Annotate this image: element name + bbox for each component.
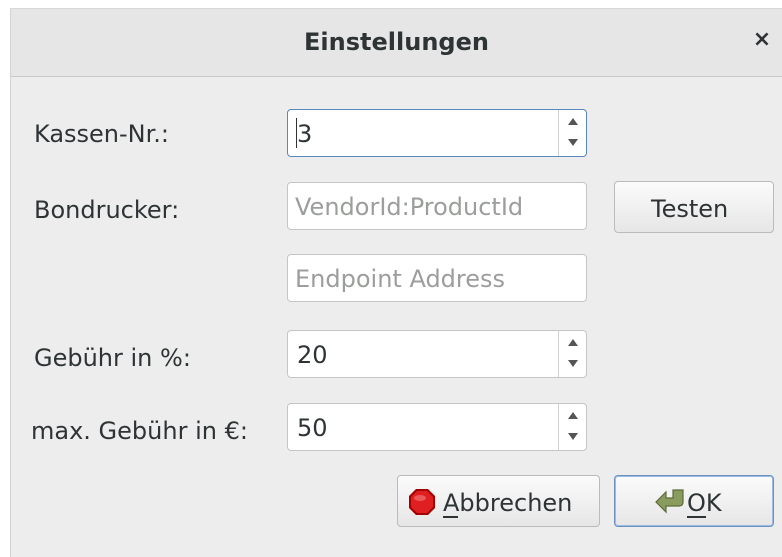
settings-dialog: Einstellungen × Kassen-Nr.: 3 Bondrucker… (10, 8, 782, 557)
kassen-nr-decrement[interactable] (559, 133, 586, 156)
max-gebuehr-spinbox[interactable]: 50 (287, 403, 587, 451)
dialog-title: Einstellungen (304, 28, 489, 56)
gebuehr-label: Gebühr in %: (34, 344, 191, 372)
kassen-nr-spin-buttons (558, 110, 586, 156)
max-gebuehr-label: max. Gebühr in €: (31, 417, 248, 445)
test-button-label: Testen (651, 195, 729, 223)
vendor-product-field[interactable] (287, 182, 587, 230)
kassen-nr-spinbox[interactable]: 3 (287, 109, 587, 157)
arrow-up-icon (568, 118, 578, 125)
kassen-nr-value[interactable]: 3 (297, 120, 312, 148)
endpoint-address-input[interactable] (295, 265, 585, 293)
arrow-down-icon (568, 139, 578, 146)
endpoint-address-field[interactable] (287, 254, 587, 302)
gebuehr-spinbox[interactable]: 20 (287, 330, 587, 378)
vendor-product-input[interactable] (295, 193, 585, 221)
gebuehr-increment[interactable] (559, 331, 586, 354)
arrow-down-icon (568, 433, 578, 440)
max-gebuehr-value[interactable]: 50 (297, 414, 328, 442)
kassen-nr-label: Kassen-Nr.: (34, 120, 169, 148)
title-bar: Einstellungen × (11, 9, 782, 77)
stop-icon (409, 489, 435, 515)
cancel-button-label: Abbrechen (443, 489, 573, 518)
test-button[interactable]: Testen (614, 181, 774, 233)
ok-arrow-icon (655, 489, 684, 514)
ok-button-label: OK (687, 489, 722, 518)
bondrucker-label: Bondrucker: (34, 196, 180, 224)
arrow-up-icon (568, 339, 578, 346)
gebuehr-value[interactable]: 20 (297, 341, 328, 369)
arrow-up-icon (568, 412, 578, 419)
kassen-nr-increment[interactable] (559, 110, 586, 133)
max-gebuehr-increment[interactable] (559, 404, 586, 427)
close-icon: × (752, 27, 772, 52)
gebuehr-decrement[interactable] (559, 354, 586, 377)
cancel-button[interactable]: Abbrechen (397, 475, 600, 527)
gebuehr-spin-buttons (558, 331, 586, 377)
ok-button[interactable]: OK (614, 475, 774, 527)
arrow-down-icon (568, 360, 578, 367)
max-gebuehr-decrement[interactable] (559, 427, 586, 450)
max-gebuehr-spin-buttons (558, 404, 586, 450)
close-button[interactable]: × (747, 23, 777, 57)
